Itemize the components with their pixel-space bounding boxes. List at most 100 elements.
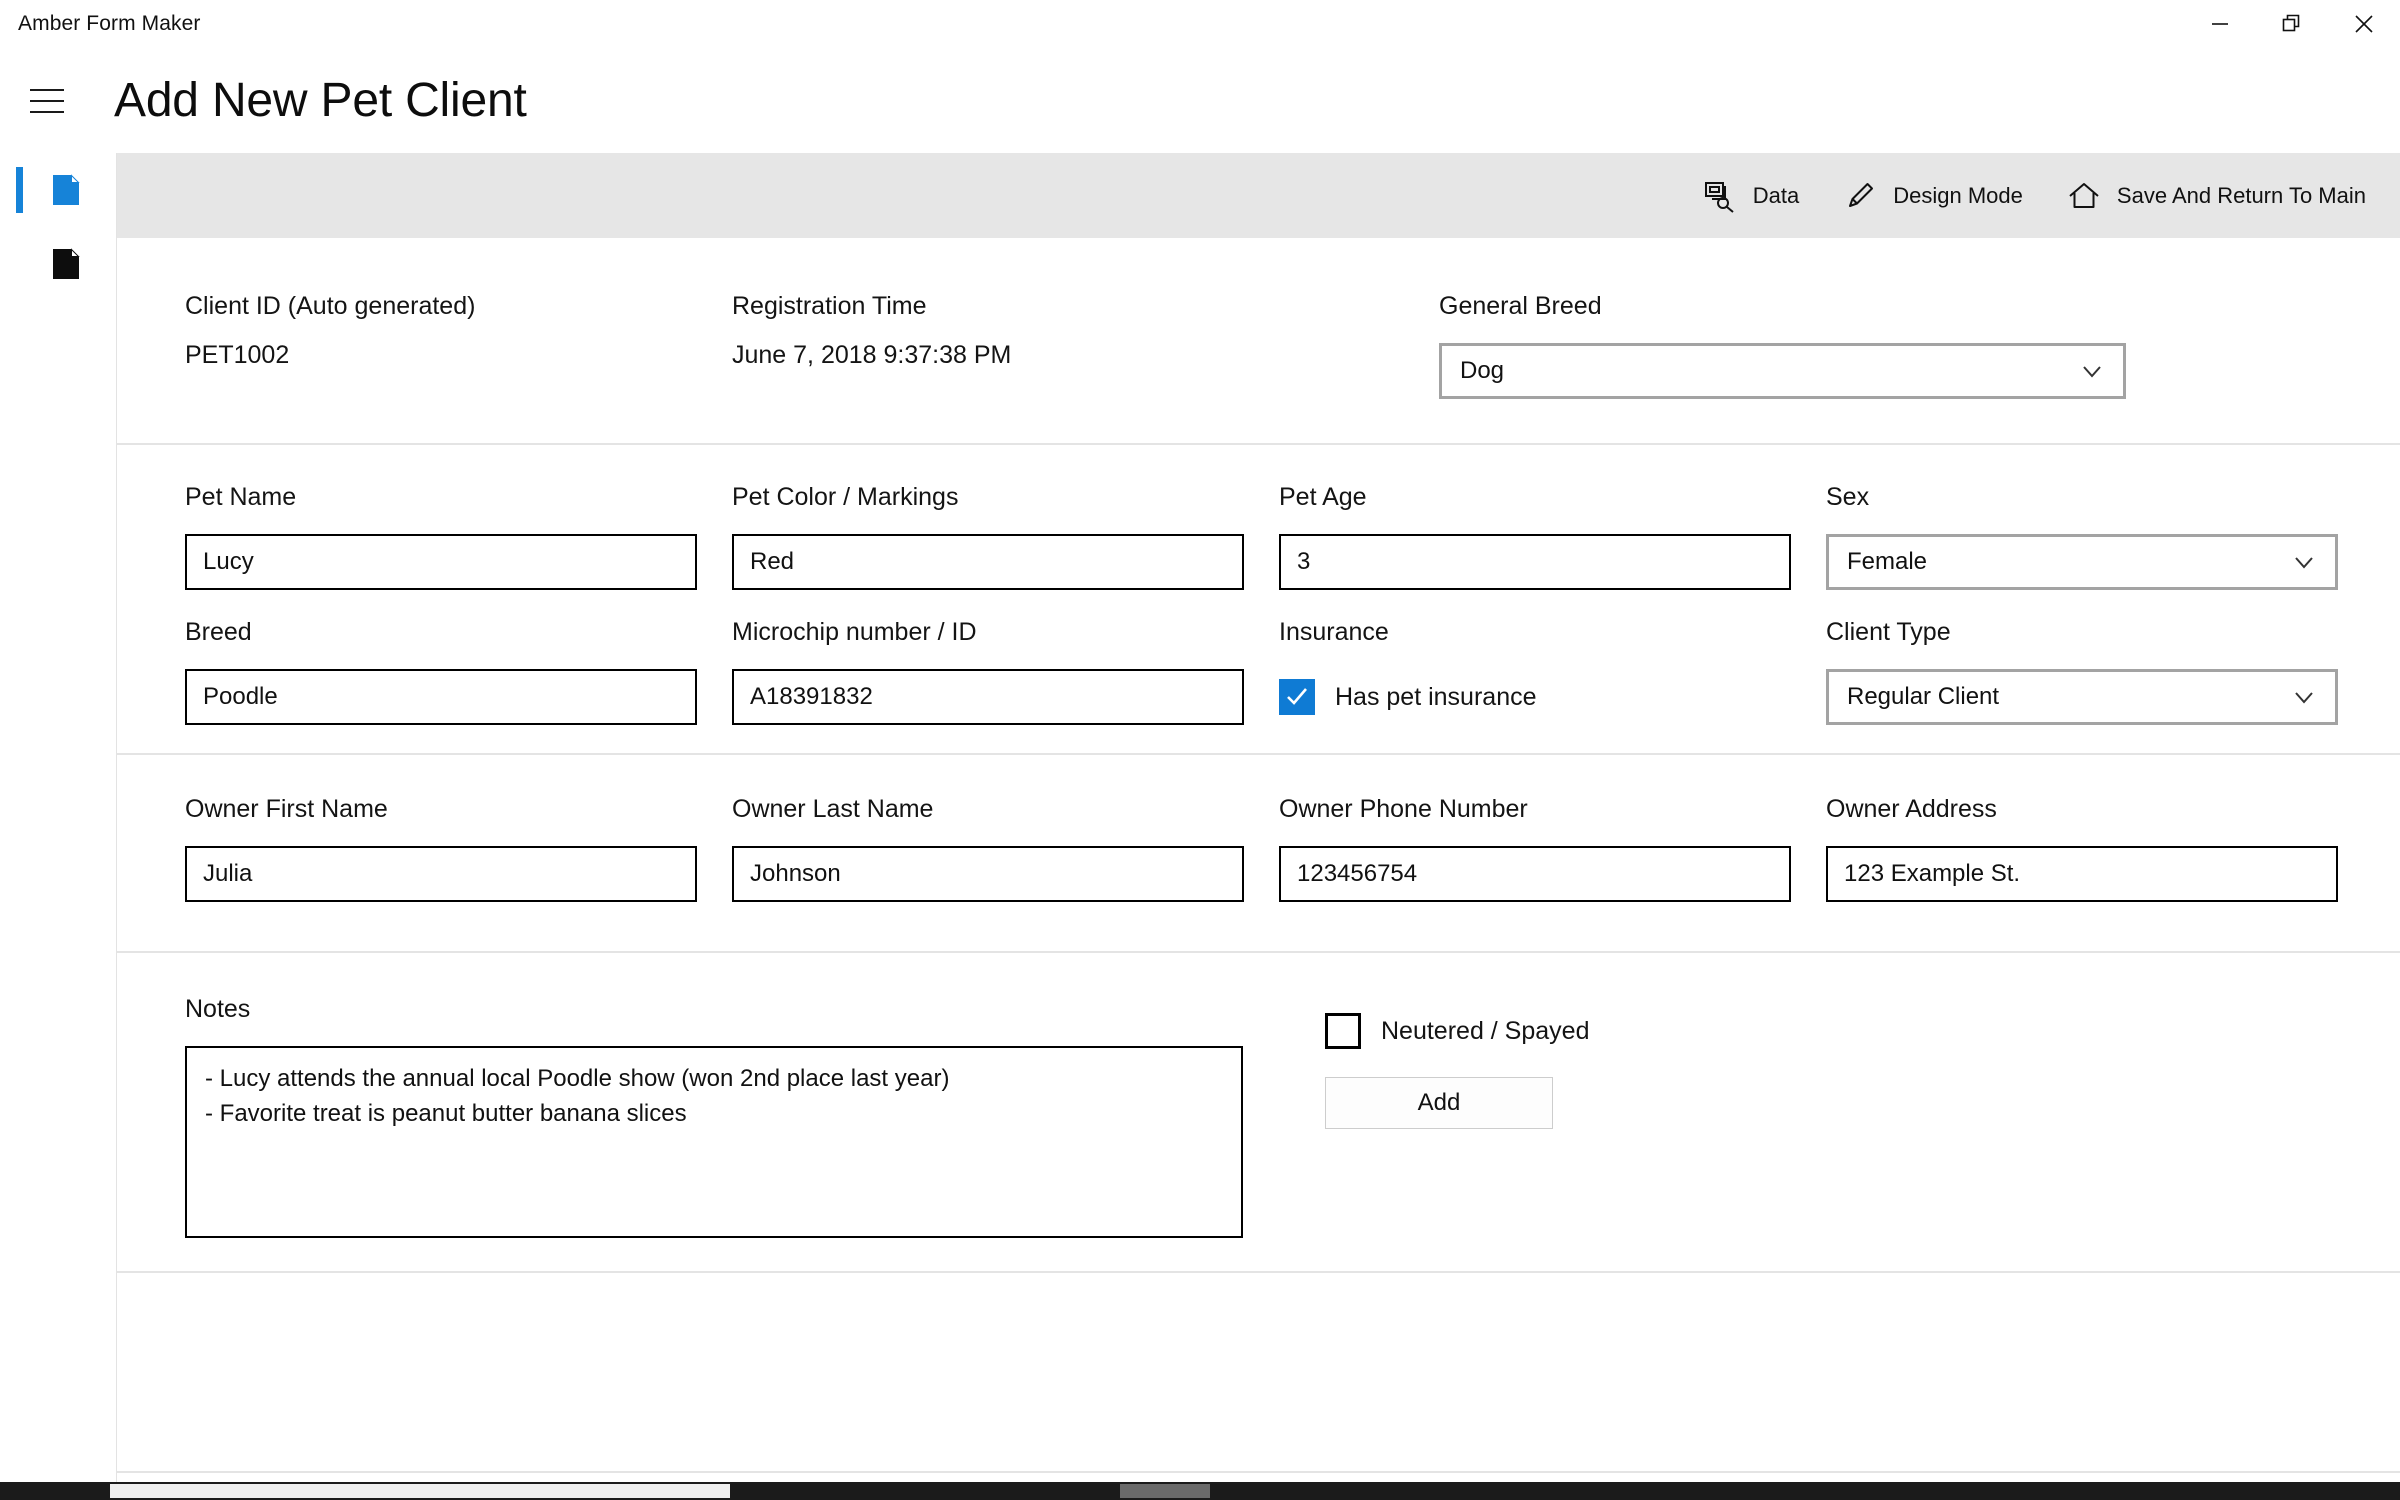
hamburger-bar <box>30 88 64 91</box>
field-insurance: Insurance Has pet insurance <box>1279 620 1826 725</box>
row-gap <box>185 590 2352 620</box>
scrollbar-thumb[interactable] <box>110 1484 730 1498</box>
field-general-breed: General Breed Dog <box>1439 294 2139 399</box>
field-microchip: Microchip number / ID A18391832 <box>732 620 1279 725</box>
horizontal-scrollbar[interactable] <box>0 1482 2400 1500</box>
insurance-checkbox-row[interactable]: Has pet insurance <box>1279 669 1826 725</box>
scrollbar-thumb-secondary[interactable] <box>1120 1484 1210 1498</box>
pet-color-input[interactable]: Red <box>732 534 1244 590</box>
field-registration-time: Registration Time June 7, 2018 9:37:38 P… <box>732 294 1279 399</box>
field-client-type: Client Type Regular Client <box>1826 620 2373 725</box>
field-notes: Notes - Lucy attends the annual local Po… <box>185 997 1285 1238</box>
pencil-icon <box>1849 182 1874 207</box>
pet-age-input[interactable]: 3 <box>1279 534 1791 590</box>
microchip-label: Microchip number / ID <box>732 618 977 646</box>
rail-item-page-2[interactable] <box>0 227 116 301</box>
field-pet-age: Pet Age 3 <box>1279 485 1826 590</box>
chevron-down-icon <box>2295 557 2313 569</box>
owner-last-name-input[interactable]: Johnson <box>732 846 1244 902</box>
client-type-value: Regular Client <box>1847 683 2000 710</box>
page-icon <box>53 174 80 205</box>
pet-name-value: Lucy <box>203 548 254 575</box>
notes-side-controls: Neutered / Spayed Add <box>1325 997 1589 1238</box>
client-type-select[interactable]: Regular Client <box>1826 669 2338 725</box>
pet-color-value: Red <box>750 548 795 575</box>
client-id-value: PET1002 <box>185 341 290 369</box>
owner-address-value: 123 Example St. <box>1844 860 2021 887</box>
hamburger-bar <box>30 99 64 102</box>
add-button[interactable]: Add <box>1325 1077 1553 1129</box>
minimize-button[interactable] <box>2184 0 2256 48</box>
chevron-down-icon <box>2083 366 2101 378</box>
has-pet-insurance-checkbox[interactable] <box>1279 679 1315 715</box>
title-bar: Amber Form Maker <box>0 0 2400 48</box>
neutered-checkbox-row[interactable]: Neutered / Spayed <box>1325 1003 1589 1059</box>
owner-first-name-input[interactable]: Julia <box>185 846 697 902</box>
selection-indicator <box>16 167 23 213</box>
general-breed-select[interactable]: Dog <box>1439 343 2126 399</box>
neutered-spayed-checkbox[interactable] <box>1325 1013 1361 1049</box>
content-pane: Data Design Mode Save And Return To Main… <box>116 153 2400 1482</box>
owner-last-name-label: Owner Last Name <box>732 795 934 823</box>
owner-address-input[interactable]: 123 Example St. <box>1826 846 2338 902</box>
field-owner-last-name: Owner Last Name Johnson <box>732 797 1279 902</box>
pet-color-label: Pet Color / Markings <box>732 483 959 511</box>
data-search-icon <box>1704 181 1734 213</box>
page-title: Add New Pet Client <box>114 73 527 127</box>
registration-time-value: June 7, 2018 9:37:38 PM <box>732 341 1012 369</box>
owner-phone-value: 123456754 <box>1297 860 1418 887</box>
pet-age-value: 3 <box>1297 548 1311 575</box>
general-breed-value: Dog <box>1460 357 1505 384</box>
design-mode-button[interactable]: Design Mode <box>1821 153 2045 238</box>
field-owner-phone: Owner Phone Number 123456754 <box>1279 797 1826 902</box>
microchip-input[interactable]: A18391832 <box>732 669 1244 725</box>
has-pet-insurance-label: Has pet insurance <box>1335 682 1537 711</box>
section-client-identity: Client ID (Auto generated) PET1002 Regis… <box>117 238 2400 445</box>
save-and-return-button-label: Save And Return To Main <box>2116 182 2366 208</box>
field-breed: Breed Poodle <box>185 620 732 725</box>
design-mode-button-label: Design Mode <box>1893 182 2023 208</box>
breed-label: Breed <box>185 618 252 646</box>
data-button[interactable]: Data <box>1681 153 1821 238</box>
chevron-down-icon <box>2295 692 2313 704</box>
restore-button[interactable] <box>2256 0 2328 48</box>
minimize-icon <box>2212 23 2228 25</box>
notes-label: Notes <box>185 995 251 1023</box>
hamburger-menu-icon[interactable] <box>10 64 84 138</box>
close-button[interactable] <box>2328 0 2400 48</box>
sex-label: Sex <box>1826 483 1870 511</box>
hamburger-bar <box>30 110 64 113</box>
owner-phone-label: Owner Phone Number <box>1279 795 1528 823</box>
section-pet-details: Pet Name Lucy Pet Color / Markings Red P… <box>117 445 2400 755</box>
data-button-label: Data <box>1752 182 1800 208</box>
left-navigation-rail <box>0 153 116 1482</box>
close-icon <box>2355 15 2373 33</box>
pet-name-input[interactable]: Lucy <box>185 534 697 590</box>
window-controls <box>2184 0 2400 48</box>
client-id-label: Client ID (Auto generated) <box>185 292 476 320</box>
breed-input[interactable]: Poodle <box>185 669 697 725</box>
field-client-id: Client ID (Auto generated) PET1002 <box>185 294 732 399</box>
owner-first-name-value: Julia <box>203 860 253 887</box>
rail-item-page-1[interactable] <box>0 153 116 227</box>
owner-phone-input[interactable]: 123456754 <box>1279 846 1791 902</box>
microchip-value: A18391832 <box>750 683 873 710</box>
client-type-label: Client Type <box>1826 618 1951 646</box>
save-and-return-button[interactable]: Save And Return To Main <box>2045 153 2388 238</box>
field-owner-address: Owner Address 123 Example St. <box>1826 797 2373 902</box>
owner-last-name-value: Johnson <box>750 860 841 887</box>
restore-icon <box>2282 14 2300 32</box>
pet-age-label: Pet Age <box>1279 483 1367 511</box>
insurance-label: Insurance <box>1279 618 1389 646</box>
registration-time-label: Registration Time <box>732 292 927 320</box>
sex-select[interactable]: Female <box>1826 534 2338 590</box>
field-pet-name: Pet Name Lucy <box>185 485 732 590</box>
neutered-spayed-label: Neutered / Spayed <box>1381 1016 1590 1045</box>
command-toolbar: Data Design Mode Save And Return To Main <box>117 153 2400 238</box>
owner-address-label: Owner Address <box>1826 795 1997 823</box>
page-icon <box>53 248 80 279</box>
owner-first-name-label: Owner First Name <box>185 795 388 823</box>
notes-textarea[interactable]: - Lucy attends the annual local Poodle s… <box>185 1046 1243 1238</box>
